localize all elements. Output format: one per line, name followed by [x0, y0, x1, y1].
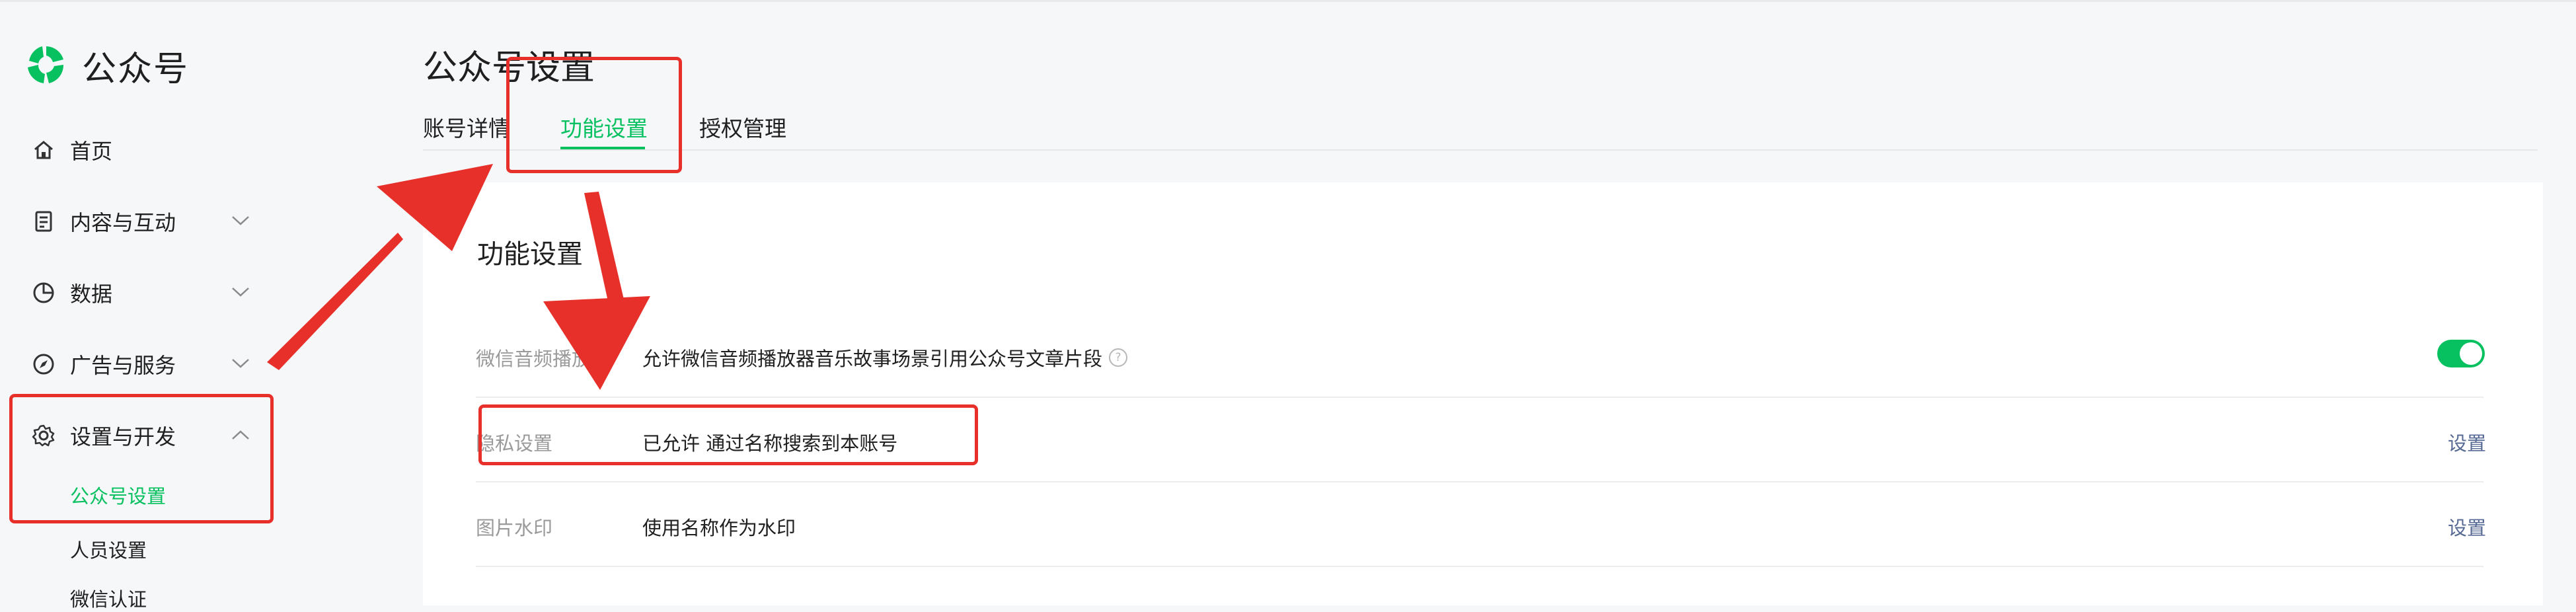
annotation-arrow-to-privacy	[543, 192, 650, 390]
annotation-arrow-to-tab	[267, 164, 493, 370]
annotation-arrows	[267, 164, 650, 390]
